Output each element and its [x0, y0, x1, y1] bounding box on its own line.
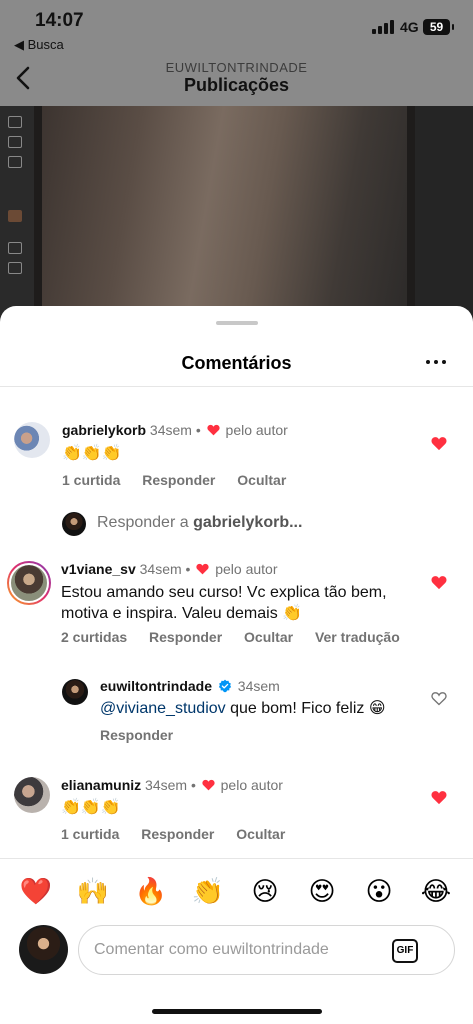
author-badge: pelo autor — [220, 777, 283, 793]
comment-username[interactable]: gabrielykorb — [62, 422, 146, 438]
comment-actions: 1 curtida Responder Ocultar — [61, 826, 303, 842]
sheet-grabber[interactable] — [216, 321, 258, 325]
verified-badge-icon — [218, 679, 232, 693]
comment-time: 34sem — [149, 422, 192, 438]
home-indicator — [152, 1009, 322, 1014]
reply-prompt-prefix: Responder a — [97, 514, 194, 531]
gif-button[interactable]: GIF — [392, 939, 418, 963]
like-heart-icon[interactable] — [431, 436, 447, 451]
comment-time: 34sem — [145, 777, 188, 793]
reply-actions: Responder — [100, 727, 191, 743]
reply-time: 34sem — [237, 678, 280, 694]
back-to-search-link[interactable]: ◀ Busca — [14, 37, 64, 53]
comment-text: Estou amando seu curso! Vc explica tão b… — [61, 584, 387, 622]
like-heart-icon[interactable] — [431, 575, 447, 590]
comment-header: elianamuniz 34sem • pelo autor — [61, 777, 283, 793]
status-bar: 14:07 ◀ Busca 4G 59 — [0, 0, 473, 56]
emoji-raised-hands-button[interactable]: 🙌 — [75, 876, 111, 906]
comment-text: 👏👏👏 — [61, 799, 121, 816]
author-heart-icon — [202, 779, 215, 791]
likes-count[interactable]: 2 curtidas — [61, 629, 127, 645]
tool-icon — [8, 136, 22, 148]
author-heart-icon — [196, 563, 209, 575]
emoji-fire-button[interactable]: 🔥 — [133, 876, 169, 906]
color-swatch-icon — [8, 210, 22, 222]
hide-button[interactable]: Ocultar — [244, 629, 293, 645]
emoji-heart-button[interactable]: ❤️ — [18, 876, 54, 906]
comment-actions: 1 curtida Responder Ocultar — [62, 472, 304, 488]
background-overlay: 14:07 ◀ Busca 4G 59 EUWILTONTRINDADE Pub… — [0, 0, 473, 330]
current-user-avatar — [19, 925, 68, 974]
divider — [0, 858, 473, 859]
reply-prompt-target: gabrielykorb... — [193, 514, 303, 531]
signal-icon — [372, 20, 394, 34]
comment-header: gabrielykorb 34sem • pelo autor — [62, 422, 288, 438]
like-outline-icon[interactable] — [431, 691, 447, 706]
reply-body: que bom! Fico feliz 😁 — [225, 700, 386, 717]
status-time: 14:07 — [35, 10, 84, 31]
likes-count[interactable]: 1 curtida — [62, 472, 120, 488]
author-badge: pelo autor — [225, 422, 288, 438]
emoji-surprised-button[interactable]: 😮 — [361, 876, 397, 906]
author-heart-icon — [207, 424, 220, 436]
see-translation-button[interactable]: Ver tradução — [315, 629, 400, 645]
comment-header: v1viane_sv 34sem • pelo autor — [61, 561, 278, 577]
divider — [0, 386, 473, 387]
emoji-clap-button[interactable]: 👏 — [190, 876, 226, 906]
comment-username[interactable]: elianamuniz — [61, 777, 141, 793]
comment-actions: 2 curtidas Responder Ocultar Ver traduçã… — [61, 629, 418, 645]
reply-header: euwiltontrindade 34sem — [100, 678, 280, 694]
post-image — [0, 106, 473, 330]
network-label: 4G — [400, 19, 419, 35]
reply-button[interactable]: Responder — [100, 727, 173, 743]
reply-button[interactable]: Responder — [149, 629, 222, 645]
emoji-laughing-button[interactable]: 😂 — [418, 876, 454, 906]
tool-icon — [8, 156, 22, 168]
photo-content — [42, 106, 407, 330]
comment-time: 34sem — [139, 561, 182, 577]
editor-side-panel — [415, 106, 473, 330]
reply-text: @viviane_studiov que bom! Fico feliz 😁 — [100, 698, 386, 719]
avatar[interactable] — [14, 422, 50, 458]
tool-icon — [8, 262, 22, 274]
reply-button[interactable]: Responder — [142, 472, 215, 488]
battery-icon: 59 — [423, 19, 454, 35]
reply-prompt-text[interactable]: Responder a gabrielykorb... — [97, 514, 302, 532]
avatar[interactable] — [7, 561, 51, 605]
tool-icon — [8, 242, 22, 254]
page-title: Publicações — [183, 75, 290, 95]
like-heart-icon[interactable] — [431, 790, 447, 805]
editor-toolbar — [0, 106, 34, 330]
reply-username[interactable]: euwiltontrindade — [100, 678, 212, 694]
more-options-icon[interactable] — [424, 358, 448, 366]
avatar[interactable] — [62, 679, 88, 705]
comment-input[interactable]: Comentar como euwiltontrindade GIF — [78, 925, 455, 975]
comment-username[interactable]: v1viane_sv — [61, 561, 136, 577]
avatar[interactable] — [14, 777, 50, 813]
reply-button[interactable]: Responder — [141, 826, 214, 842]
mention-link[interactable]: @viviane_studiov — [100, 700, 226, 717]
tool-icon — [8, 116, 22, 128]
emoji-heart-eyes-button[interactable]: 😍 — [304, 876, 340, 906]
comments-sheet: Comentários gabrielykorb 34sem • pelo au… — [0, 306, 473, 1024]
sheet-title: Comentários — [181, 353, 292, 373]
post-header: EUWILTONTRINDADE Publicações — [0, 56, 473, 106]
comment-input-placeholder: Comentar como euwiltontrindade — [94, 941, 329, 958]
comment-text: 👏👏👏 — [62, 445, 122, 462]
hide-button[interactable]: Ocultar — [237, 472, 286, 488]
emoji-crying-button[interactable]: 😢 — [247, 876, 283, 906]
header-username: EUWILTONTRINDADE — [165, 60, 308, 75]
author-badge: pelo autor — [215, 561, 278, 577]
avatar — [62, 512, 86, 536]
likes-count[interactable]: 1 curtida — [61, 826, 119, 842]
hide-button[interactable]: Ocultar — [236, 826, 285, 842]
